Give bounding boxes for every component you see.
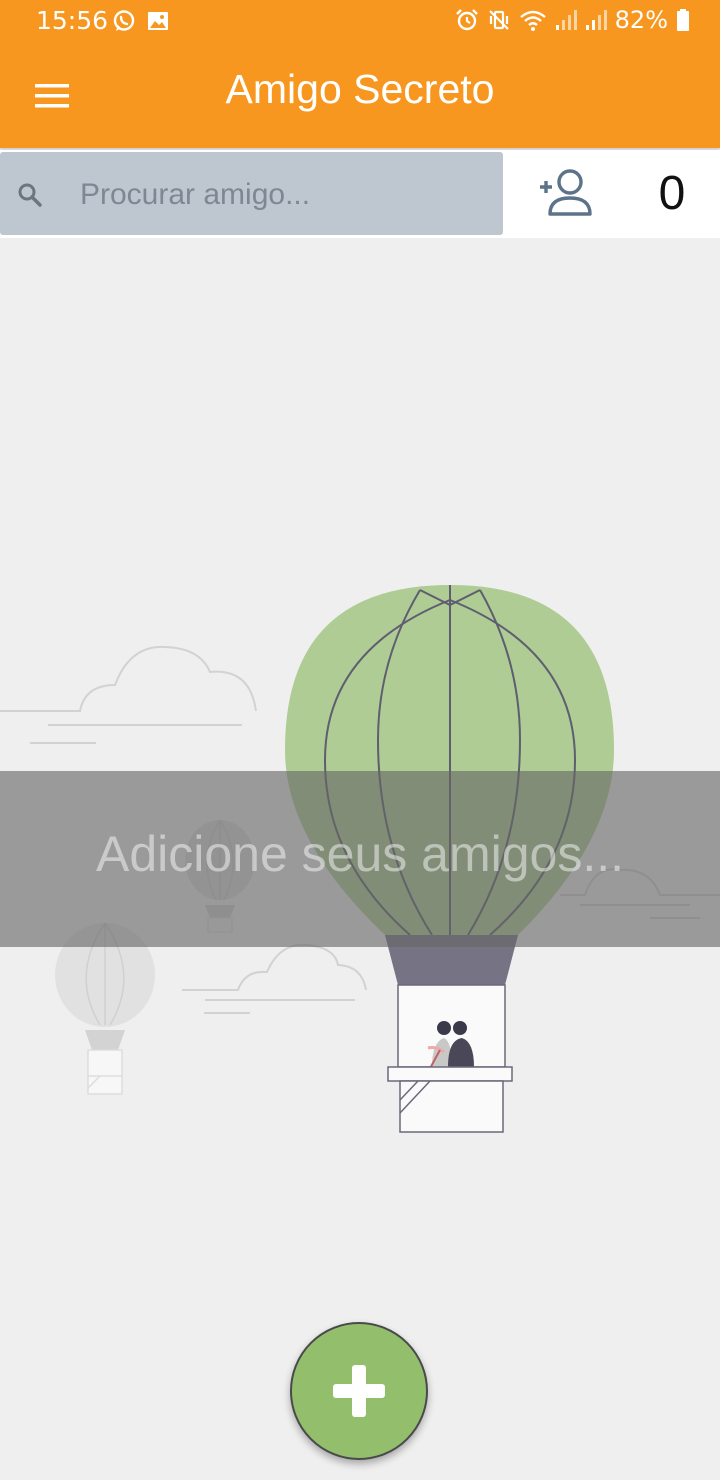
empty-state-overlay: Adicione seus amigos... [0,771,720,947]
app-bar: Amigo Secreto [0,44,720,148]
search-icon [16,181,44,213]
wifi-icon [519,8,547,32]
status-left-icons [112,9,170,37]
cloud-left [0,645,257,744]
vibrate-icon [487,8,511,32]
add-friend-fab[interactable] [290,1322,428,1460]
add-person-icon [536,169,596,224]
add-friend-button[interactable] [536,168,596,220]
search-row: 0 [0,150,720,238]
balloon-small-left [55,922,155,1095]
whatsapp-icon [112,9,136,37]
battery-icon [676,8,690,32]
signal-icon [555,8,577,32]
status-right-icons: 82% [455,6,690,34]
image-icon [146,9,170,37]
app-title: Amigo Secreto [225,66,495,112]
cloud-middle [182,943,367,1014]
search-input[interactable] [78,172,482,218]
battery-percentage: 82% [614,6,668,34]
empty-state-message: Adicione seus amigos... [95,826,625,882]
signal-icon [585,8,607,32]
friend-count: 0 [658,167,686,220]
status-bar: 15:56 82% [0,0,720,44]
alarm-icon [455,8,479,32]
status-time: 15:56 [36,6,109,35]
search-box[interactable] [0,152,503,235]
